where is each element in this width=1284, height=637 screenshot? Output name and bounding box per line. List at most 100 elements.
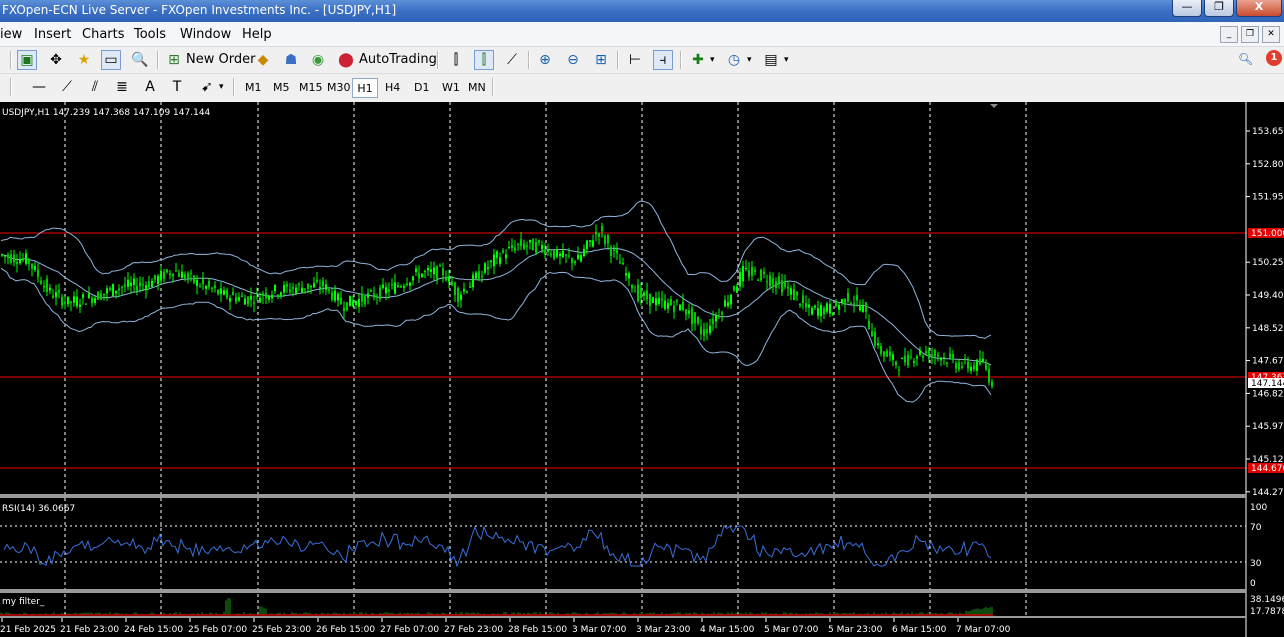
chart-shift-icon[interactable]: ⊢ <box>625 50 645 70</box>
candle-body <box>13 254 15 263</box>
filter-level-low: 17.7878 <box>1250 607 1284 617</box>
templates-dropdown-icon[interactable]: ▾ <box>784 55 789 65</box>
candle-body <box>289 289 291 292</box>
mdi-restore-icon[interactable]: ❐ <box>1241 26 1259 43</box>
time-label: 27 Feb 23:00 <box>444 625 503 635</box>
price-label: 151.950 <box>1252 193 1284 203</box>
candle-body <box>16 261 18 265</box>
search-icon[interactable]: 🔍︎ <box>1238 52 1253 66</box>
zoom-in-icon[interactable]: ⊕ <box>535 50 555 70</box>
templates-icon[interactable]: ▤ <box>761 50 781 70</box>
menu-view[interactable]: iew <box>0 27 22 42</box>
timeframe-d1[interactable]: D1 <box>411 78 432 98</box>
auto-trading-icon[interactable]: ⬤ <box>336 50 356 70</box>
notification-badge[interactable]: 1 <box>1266 50 1282 66</box>
menu-help[interactable]: Help <box>242 27 272 42</box>
timeframe-m1[interactable]: M1 <box>242 78 265 98</box>
candle-body <box>772 278 774 286</box>
bar-chart-icon[interactable]: ⫿ <box>446 50 466 70</box>
horizontal-line-icon[interactable]: — <box>29 77 49 97</box>
timeframe-mn[interactable]: MN <box>465 78 489 98</box>
new-order-icon[interactable]: ⊞ <box>164 50 184 70</box>
candle-body <box>556 249 558 257</box>
text-icon[interactable]: A <box>140 77 160 97</box>
menu-window[interactable]: Window <box>180 27 231 42</box>
close-button[interactable]: X <box>1236 0 1282 17</box>
candle-body <box>220 288 222 295</box>
timeframe-m5[interactable]: M5 <box>270 78 293 98</box>
candle-body <box>235 297 237 302</box>
candle-body <box>643 292 645 296</box>
candlestick-icon[interactable]: ⫿ <box>474 50 494 70</box>
mdi-close-icon[interactable]: ✕ <box>1262 26 1280 43</box>
crosshair-navigator-icon[interactable]: ✥ <box>46 50 66 70</box>
menu-insert[interactable]: Insert <box>34 27 71 42</box>
channel-icon[interactable]: ⫽ <box>85 77 105 97</box>
candle-body <box>682 301 684 311</box>
rsi-level-100: 100 <box>1250 503 1267 513</box>
line-chart-icon[interactable]: ⟋ <box>502 50 522 70</box>
candle-body <box>112 284 114 297</box>
auto-trading-button[interactable]: AutoTrading <box>359 52 437 67</box>
minimize-button[interactable]: — <box>1172 0 1202 17</box>
strategy-tester-icon[interactable]: 🔍 <box>130 50 150 70</box>
arrows-icon[interactable]: ➹ <box>197 77 217 97</box>
restore-button[interactable]: ❐ <box>1204 0 1234 17</box>
candle-body <box>829 303 831 314</box>
signals-icon[interactable]: ◉ <box>308 50 328 70</box>
candle-body <box>232 291 234 296</box>
terminal-icon[interactable]: ▭ <box>101 50 121 70</box>
community-icon[interactable]: ☗ <box>281 50 301 70</box>
candle-body <box>634 291 636 293</box>
menu-charts[interactable]: Charts <box>82 27 125 42</box>
candle-body <box>304 288 306 290</box>
auto-scroll-icon[interactable]: ⫞ <box>653 50 673 70</box>
candle-body <box>931 354 933 356</box>
zoom-out-icon[interactable]: ⊖ <box>563 50 583 70</box>
chart-shift-marker-icon[interactable] <box>990 104 998 108</box>
trendline-icon[interactable]: ⟋ <box>57 77 77 97</box>
candle-body <box>58 290 60 293</box>
timeframe-m30[interactable]: M30 <box>324 78 354 98</box>
menu-tools[interactable]: Tools <box>134 27 166 42</box>
indicators-icon[interactable]: ✚ <box>688 50 708 70</box>
candle-body <box>529 239 531 243</box>
timeframe-h4[interactable]: H4 <box>382 78 403 98</box>
mdi-minimize-icon[interactable]: _ <box>1220 26 1238 43</box>
candle-body <box>334 290 336 301</box>
fibonacci-icon[interactable]: ≣ <box>112 77 132 97</box>
text-label-icon[interactable]: T <box>167 77 187 97</box>
price-tag-label: 144.670 <box>1251 464 1284 474</box>
price-axis[interactable] <box>1247 102 1284 637</box>
candle-body <box>268 295 270 300</box>
candle-body <box>115 290 117 294</box>
price-label: 144.275 <box>1252 488 1284 498</box>
periods-dropdown-icon[interactable]: ▾ <box>747 55 752 65</box>
candle-body <box>970 366 972 371</box>
candle-body <box>460 294 462 301</box>
folder-star-icon[interactable]: ★ <box>74 50 94 70</box>
candle-body <box>346 302 348 311</box>
candle-body <box>793 289 795 300</box>
rsi-panel-divider[interactable] <box>0 494 1246 498</box>
candle-body <box>628 273 630 279</box>
timeframe-m15[interactable]: M15 <box>296 78 326 98</box>
candle-body <box>544 249 546 255</box>
periods-icon[interactable]: ◷ <box>724 50 744 70</box>
candle-body <box>70 301 72 303</box>
candle-body <box>262 293 264 296</box>
filter-panel-divider[interactable] <box>0 589 1246 593</box>
meta-editor-icon[interactable]: ◆ <box>253 50 273 70</box>
new-order-button[interactable]: New Order <box>186 52 255 67</box>
timeframe-w1[interactable]: W1 <box>439 78 463 98</box>
indicators-dropdown-icon[interactable]: ▾ <box>710 55 715 65</box>
candle-body <box>127 279 129 287</box>
candle-body <box>61 296 63 306</box>
tile-windows-icon[interactable]: ⊞ <box>591 50 611 70</box>
arrows-dropdown-icon[interactable]: ▾ <box>219 82 224 92</box>
chart-window[interactable]: 153.650 152.800 151.950 150.250 149.400 148.5… <box>0 102 1284 637</box>
timeframe-h1[interactable]: H1 <box>352 78 378 98</box>
market-watch-icon[interactable]: ▣ <box>17 50 37 70</box>
candle-body <box>886 350 888 357</box>
price-chart[interactable]: 153.650 152.800 151.950 150.250 149.400 148.5… <box>0 102 1284 637</box>
